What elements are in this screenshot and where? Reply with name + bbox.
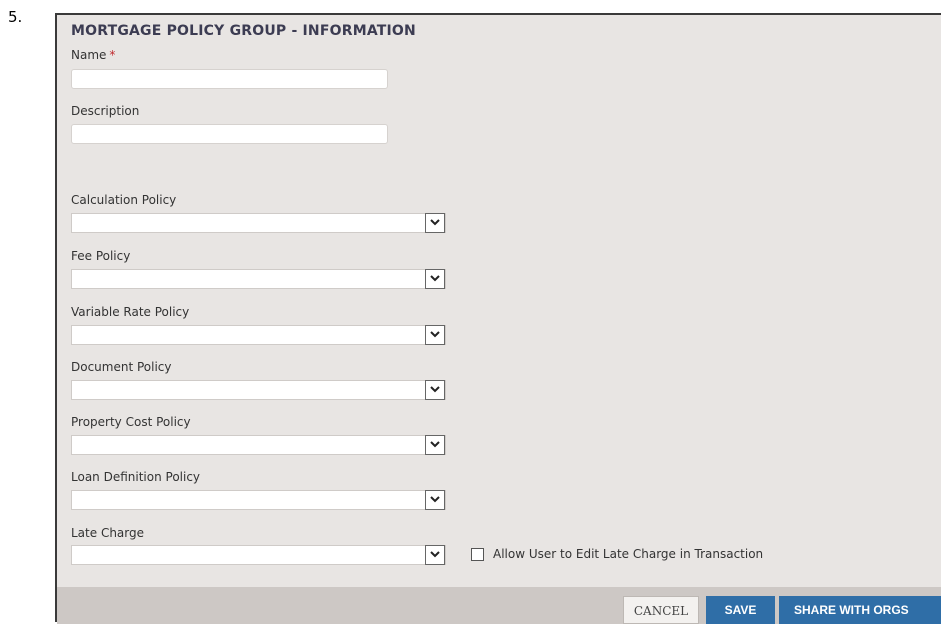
chevron-down-icon[interactable] [425, 490, 445, 510]
chevron-down-icon[interactable] [425, 269, 445, 289]
name-input[interactable] [71, 69, 388, 89]
name-label: Name * [71, 48, 115, 62]
chevron-down-icon[interactable] [425, 325, 445, 345]
chevron-down-icon[interactable] [425, 545, 445, 565]
late-charge-label: Late Charge [71, 526, 145, 540]
fee-policy-select[interactable] [71, 269, 446, 289]
panel-title: MORTGAGE POLICY GROUP - INFORMATION [71, 23, 416, 39]
calculation-policy-label: Calculation Policy [71, 193, 177, 207]
step-number: 5. [8, 8, 23, 26]
description-label: Description [71, 104, 140, 118]
property-cost-policy-select[interactable] [71, 435, 446, 455]
allow-edit-late-charge-label: Allow User to Edit Late Charge in Transa… [493, 547, 764, 561]
chevron-down-icon[interactable] [425, 213, 445, 233]
share-with-orgs-button[interactable]: SHARE WITH ORGS [779, 596, 941, 624]
allow-edit-late-charge-checkbox[interactable] [471, 547, 484, 561]
required-indicator: * [109, 48, 116, 62]
document-policy-label: Document Policy [71, 360, 172, 374]
cancel-button[interactable]: CANCEL [623, 596, 699, 624]
property-cost-policy-label: Property Cost Policy [71, 415, 191, 429]
late-charge-select[interactable] [71, 545, 446, 565]
fee-policy-label: Fee Policy [71, 249, 131, 263]
chevron-down-icon[interactable] [425, 380, 445, 400]
save-button[interactable]: SAVE [706, 596, 775, 624]
mortgage-policy-group-panel: MORTGAGE POLICY GROUP - INFORMATION Name… [55, 13, 941, 624]
calculation-policy-select[interactable] [71, 213, 446, 233]
variable-rate-policy-label: Variable Rate Policy [71, 305, 190, 319]
loan-definition-policy-label: Loan Definition Policy [71, 470, 201, 484]
name-label-text: Name [71, 48, 107, 62]
chevron-down-icon[interactable] [425, 435, 445, 455]
description-input[interactable] [71, 124, 388, 144]
variable-rate-policy-select[interactable] [71, 325, 446, 345]
loan-definition-policy-select[interactable] [71, 490, 446, 510]
document-policy-select[interactable] [71, 380, 446, 400]
allow-edit-late-charge-option[interactable]: Allow User to Edit Late Charge in Transa… [471, 546, 763, 562]
